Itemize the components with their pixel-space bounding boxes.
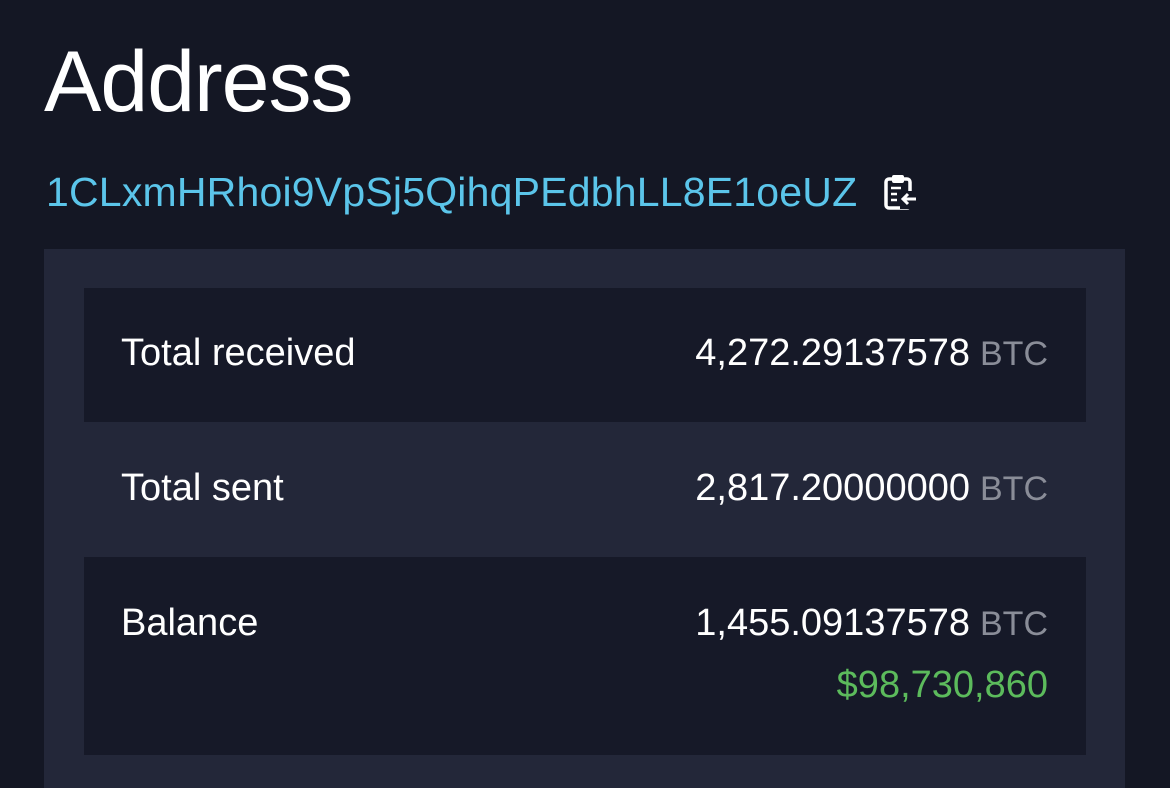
- total-sent-label: Total sent: [121, 467, 284, 509]
- balance-value: 1,455.09137578 BTC: [695, 602, 1048, 645]
- total-received-amount: 4,272.29137578: [695, 332, 970, 374]
- address-link[interactable]: 1CLxmHRhoi9VpSj5QihqPEdbhLL8E1oeUZ: [46, 169, 857, 216]
- balance-usd-value: $98,730,860: [836, 664, 1048, 706]
- balance-unit: BTC: [980, 605, 1048, 643]
- total-received-value: 4,272.29137578 BTC: [695, 332, 1048, 375]
- total-received-unit: BTC: [980, 335, 1048, 373]
- balance-amount: 1,455.09137578: [695, 602, 970, 644]
- total-sent-unit: BTC: [980, 470, 1048, 508]
- total-received-label: Total received: [121, 332, 356, 374]
- total-sent-value: 2,817.20000000 BTC: [695, 467, 1048, 510]
- balance-row: Balance 1,455.09137578 BTC $98,730,860: [84, 557, 1086, 755]
- total-received-row: Total received 4,272.29137578 BTC: [84, 288, 1086, 422]
- total-sent-row: Total sent 2,817.20000000 BTC: [84, 422, 1086, 557]
- page-title: Address: [44, 34, 353, 130]
- address-row: 1CLxmHRhoi9VpSj5QihqPEdbhLL8E1oeUZ: [46, 164, 919, 220]
- address-summary-panel: Total received 4,272.29137578 BTC Total s…: [44, 249, 1125, 788]
- balance-label: Balance: [121, 602, 259, 644]
- address-page: Address 1CLxmHRhoi9VpSj5QihqPEdbhLL8E1oe…: [0, 0, 1170, 788]
- clipboard-copy-icon[interactable]: [881, 172, 919, 212]
- total-sent-amount: 2,817.20000000: [695, 467, 970, 509]
